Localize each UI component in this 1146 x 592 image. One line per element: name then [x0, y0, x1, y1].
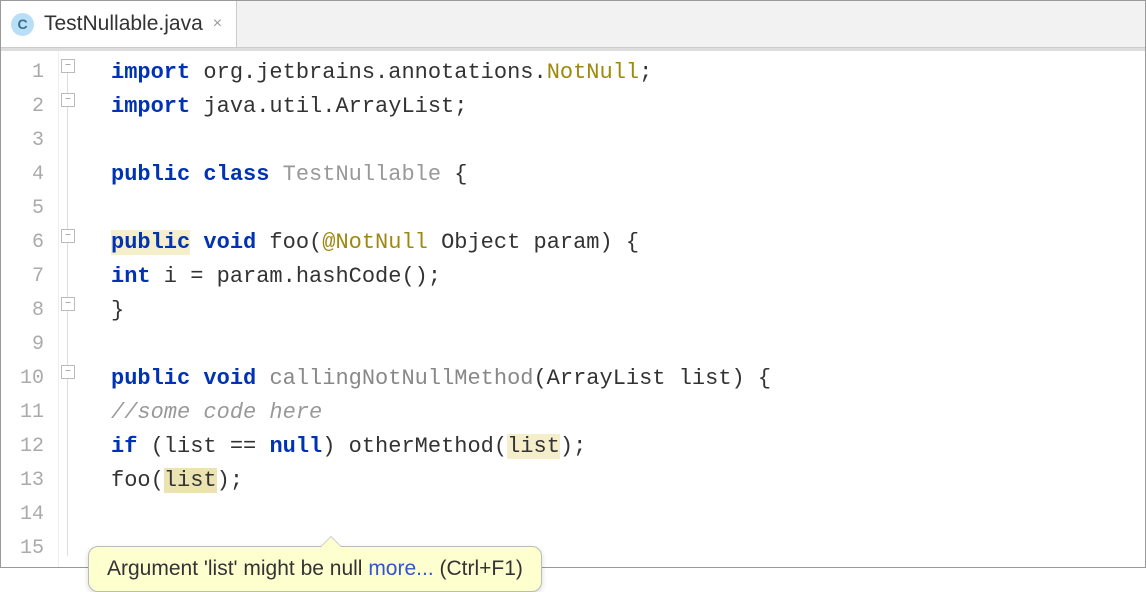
code-line[interactable]	[111, 191, 1145, 225]
tab-filename: TestNullable.java	[44, 12, 203, 36]
class-file-icon: C	[11, 13, 34, 36]
code-line[interactable]: foo(list);	[111, 463, 1145, 497]
code-editor[interactable]: 1 2 3 4 5 6 7 8 9 10 11 12 13 14 15 − − …	[1, 48, 1145, 567]
line-number: 12	[1, 429, 58, 463]
line-number: 15	[1, 531, 58, 565]
code-line[interactable]: import java.util.ArrayList;	[111, 89, 1145, 123]
code-line[interactable]: public void foo(@NotNull Object param) {	[111, 225, 1145, 259]
line-number: 10	[1, 361, 58, 395]
line-number: 4	[1, 157, 58, 191]
fold-toggle-icon[interactable]: −	[61, 229, 75, 243]
line-number: 11	[1, 395, 58, 429]
line-number: 13	[1, 463, 58, 497]
fold-toggle-icon[interactable]: −	[61, 93, 75, 107]
tooltip-shortcut: (Ctrl+F1)	[434, 557, 523, 580]
code-line[interactable]	[111, 327, 1145, 361]
editor-tabs: C TestNullable.java ×	[1, 1, 1145, 48]
code-line[interactable]: }	[111, 293, 1145, 327]
line-number: 2	[1, 89, 58, 123]
line-number: 9	[1, 327, 58, 361]
line-number: 7	[1, 259, 58, 293]
inspection-tooltip: Argument 'list' might be null more... (C…	[88, 546, 542, 592]
line-number: 5	[1, 191, 58, 225]
line-number: 14	[1, 497, 58, 531]
tooltip-more-link[interactable]: more...	[368, 557, 433, 580]
code-line[interactable]: import org.jetbrains.annotations.NotNull…	[111, 55, 1145, 89]
close-icon[interactable]: ×	[213, 15, 222, 33]
code-line[interactable]: public class TestNullable {	[111, 157, 1145, 191]
file-tab[interactable]: C TestNullable.java ×	[1, 1, 237, 47]
line-number-gutter: 1 2 3 4 5 6 7 8 9 10 11 12 13 14 15	[1, 51, 59, 567]
tooltip-text: Argument 'list' might be null	[107, 557, 368, 580]
line-number: 6	[1, 225, 58, 259]
code-line[interactable]: if (list == null) otherMethod(list);	[111, 429, 1145, 463]
fold-toggle-icon[interactable]: −	[61, 297, 75, 311]
fold-toggle-icon[interactable]: −	[61, 365, 75, 379]
code-line[interactable]	[111, 497, 1145, 531]
fold-toggle-icon[interactable]: −	[61, 59, 75, 73]
fold-gutter: − − − − −	[59, 51, 81, 567]
line-number: 8	[1, 293, 58, 327]
line-number: 1	[1, 55, 58, 89]
code-line[interactable]: public void callingNotNullMethod(ArrayLi…	[111, 361, 1145, 395]
code-area[interactable]: import org.jetbrains.annotations.NotNull…	[81, 51, 1145, 567]
code-line[interactable]: int i = param.hashCode();	[111, 259, 1145, 293]
code-line[interactable]	[111, 123, 1145, 157]
code-line[interactable]: //some code here	[111, 395, 1145, 429]
line-number: 3	[1, 123, 58, 157]
